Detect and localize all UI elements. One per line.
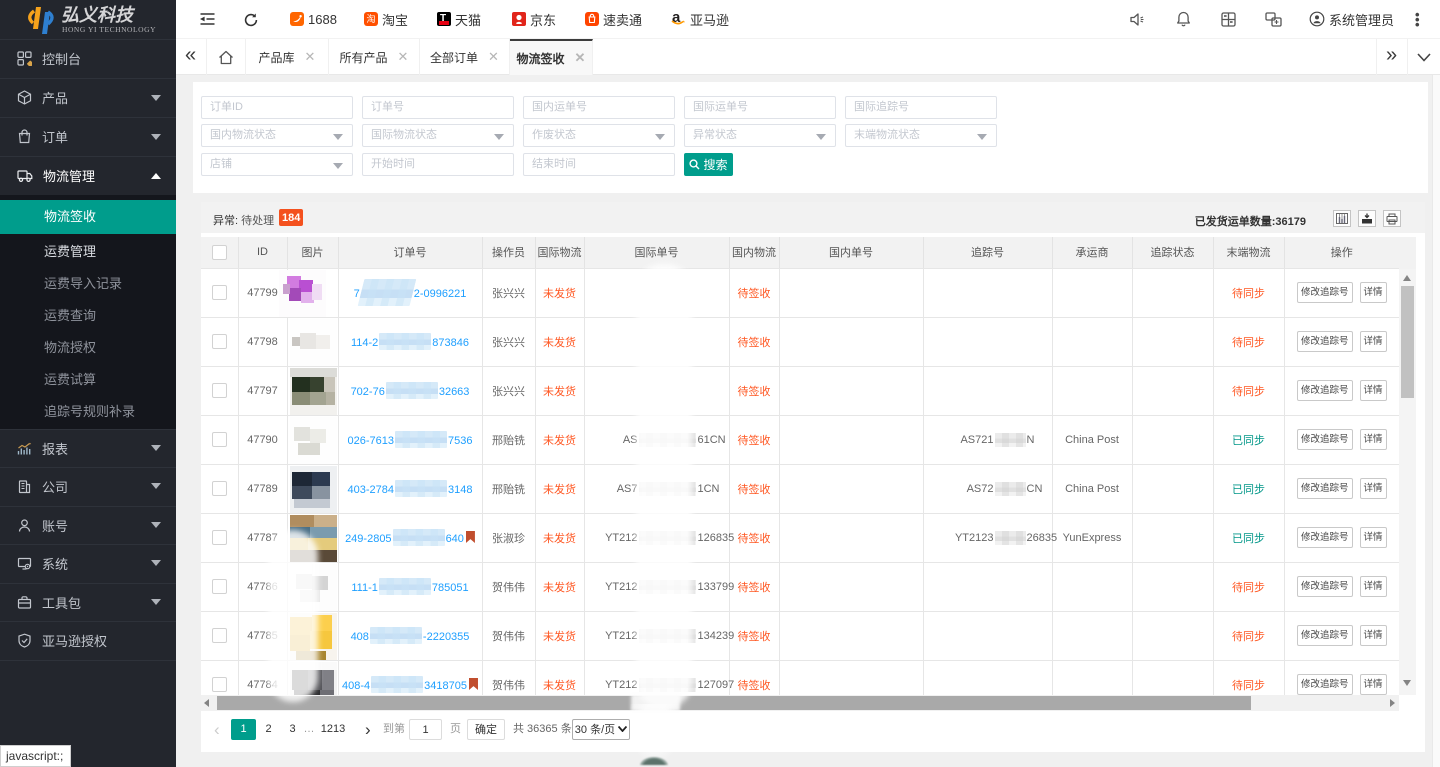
svg-text:弘义科技: 弘义科技 xyxy=(61,5,136,25)
svg-text:HONG YI TECHNOLOGY: HONG YI TECHNOLOGY xyxy=(62,25,156,34)
